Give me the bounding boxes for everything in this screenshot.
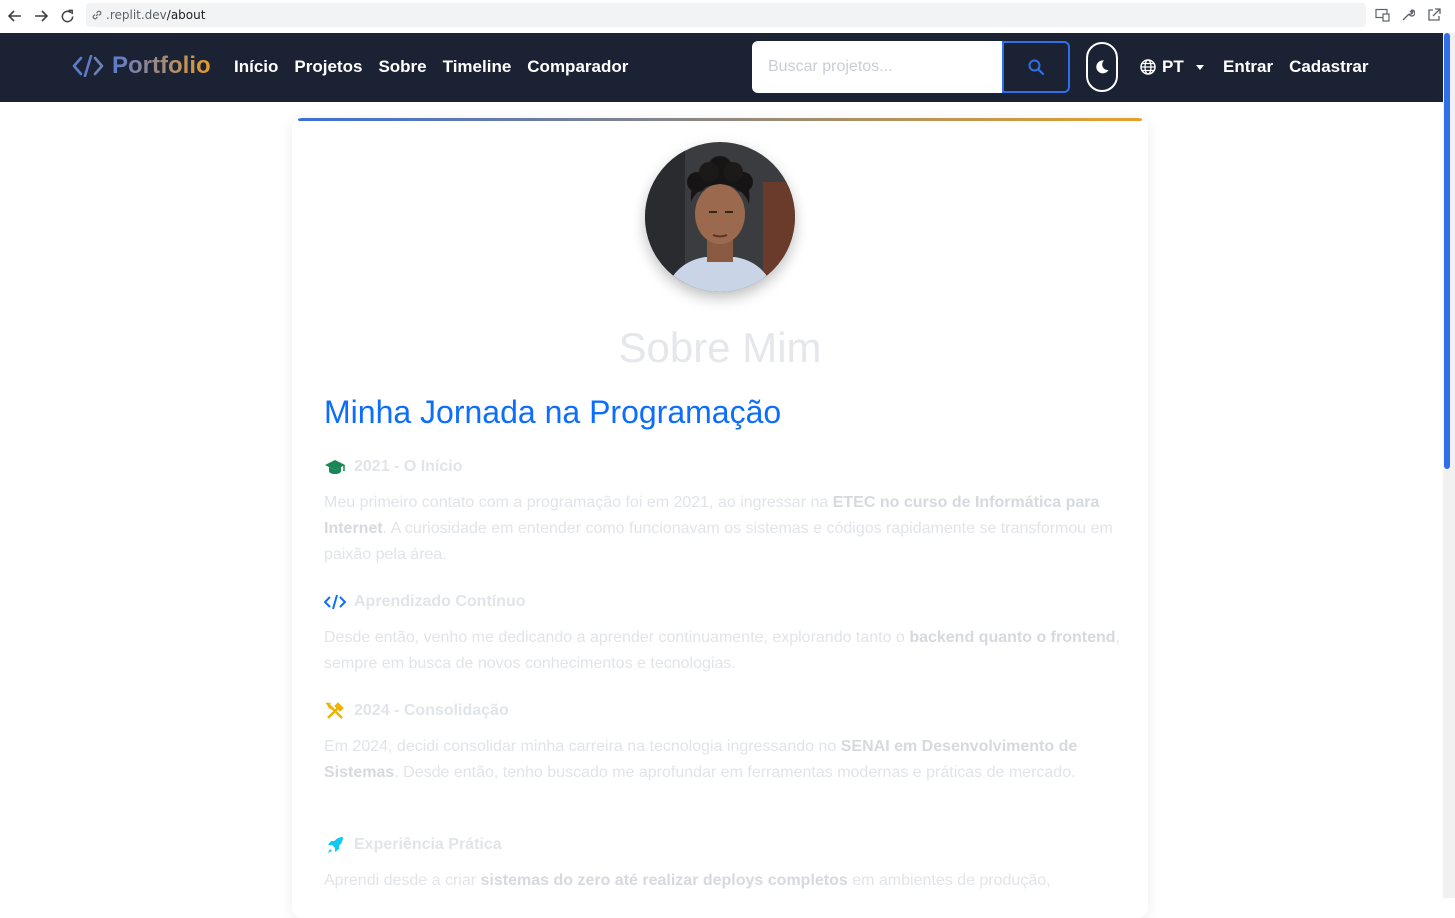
globe-icon: [1140, 59, 1156, 75]
search-input[interactable]: [752, 41, 1002, 93]
back-arrow-icon[interactable]: [2, 3, 28, 29]
section-text: Desde então, venho me dedicando a aprend…: [324, 629, 1120, 672]
section-text: Meu primeiro contato com a programação f…: [324, 494, 1113, 563]
reload-icon[interactable]: [54, 3, 80, 29]
search-form: [752, 41, 1070, 93]
main-navbar: Portfolio Início Projetos Sobre Timeline…: [0, 33, 1443, 102]
about-card: Sobre Mim Minha Jornada na Programação 2…: [292, 118, 1148, 918]
address-bar[interactable]: .replit.dev/about: [86, 3, 1366, 27]
journey-section-learning: Aprendizado Contínuo Desde então, venho …: [324, 593, 1124, 677]
open-external-icon[interactable]: [1425, 6, 1443, 24]
browser-toolbar: .replit.dev/about: [0, 0, 1455, 32]
section-text: Em 2024, decidi consolidar minha carreir…: [324, 738, 1078, 781]
nav-link-sobre[interactable]: Sobre: [378, 57, 426, 77]
cast-icon[interactable]: [1373, 6, 1391, 24]
nav-link-inicio[interactable]: Início: [234, 57, 278, 77]
signup-link[interactable]: Cadastrar: [1289, 57, 1368, 77]
code-icon: [72, 55, 104, 77]
forward-arrow-icon[interactable]: [28, 3, 54, 29]
card-accent-bar: [298, 118, 1142, 121]
nav-link-comparador[interactable]: Comparador: [527, 57, 628, 77]
avatar: [645, 142, 795, 292]
wrench-icon[interactable]: [1399, 6, 1417, 24]
section-heading: Experiência Prática: [354, 836, 502, 853]
section-heading: 2021 - O Início: [354, 458, 463, 475]
language-label: PT: [1162, 57, 1184, 76]
search-button[interactable]: [1002, 41, 1070, 93]
language-dropdown[interactable]: PT: [1140, 57, 1204, 77]
link-icon: [90, 8, 104, 22]
search-icon: [1028, 59, 1044, 75]
brand-name: Portfolio: [112, 52, 211, 79]
chevron-down-icon: [1195, 64, 1204, 70]
journey-section-practice: Experiência Prática Aprendi desde a cria…: [324, 836, 1124, 894]
url-host: .replit.dev: [106, 8, 167, 22]
section-text: Aprendi desde a criar sistemas do zero a…: [324, 872, 1051, 889]
graduation-cap-icon: [324, 458, 346, 476]
brand-logo[interactable]: Portfolio: [72, 52, 211, 80]
journey-section-2021: 2021 - O Início Meu primeiro contato com…: [324, 458, 1124, 568]
section-subtitle: Minha Jornada na Programação: [324, 394, 782, 430]
section-heading: Aprendizado Contínuo: [354, 593, 526, 610]
tools-icon: [324, 702, 346, 720]
moon-icon: [1096, 60, 1109, 74]
page-scrollbar[interactable]: [1443, 33, 1455, 898]
scrollbar-thumb[interactable]: [1444, 33, 1450, 469]
nav-links: Início Projetos Sobre Timeline Comparado…: [234, 57, 628, 77]
journey-section-2024: 2024 - Consolidação Em 2024, decidi cons…: [324, 702, 1124, 786]
section-heading: 2024 - Consolidação: [354, 702, 509, 719]
login-link[interactable]: Entrar: [1223, 57, 1273, 77]
rocket-icon: [324, 836, 346, 854]
theme-toggle-button[interactable]: [1086, 42, 1118, 92]
nav-link-projetos[interactable]: Projetos: [294, 57, 362, 77]
nav-link-timeline[interactable]: Timeline: [443, 57, 512, 77]
url-path: /about: [166, 8, 206, 22]
page-title: Sobre Mim: [618, 324, 822, 371]
code-icon: [324, 593, 346, 611]
